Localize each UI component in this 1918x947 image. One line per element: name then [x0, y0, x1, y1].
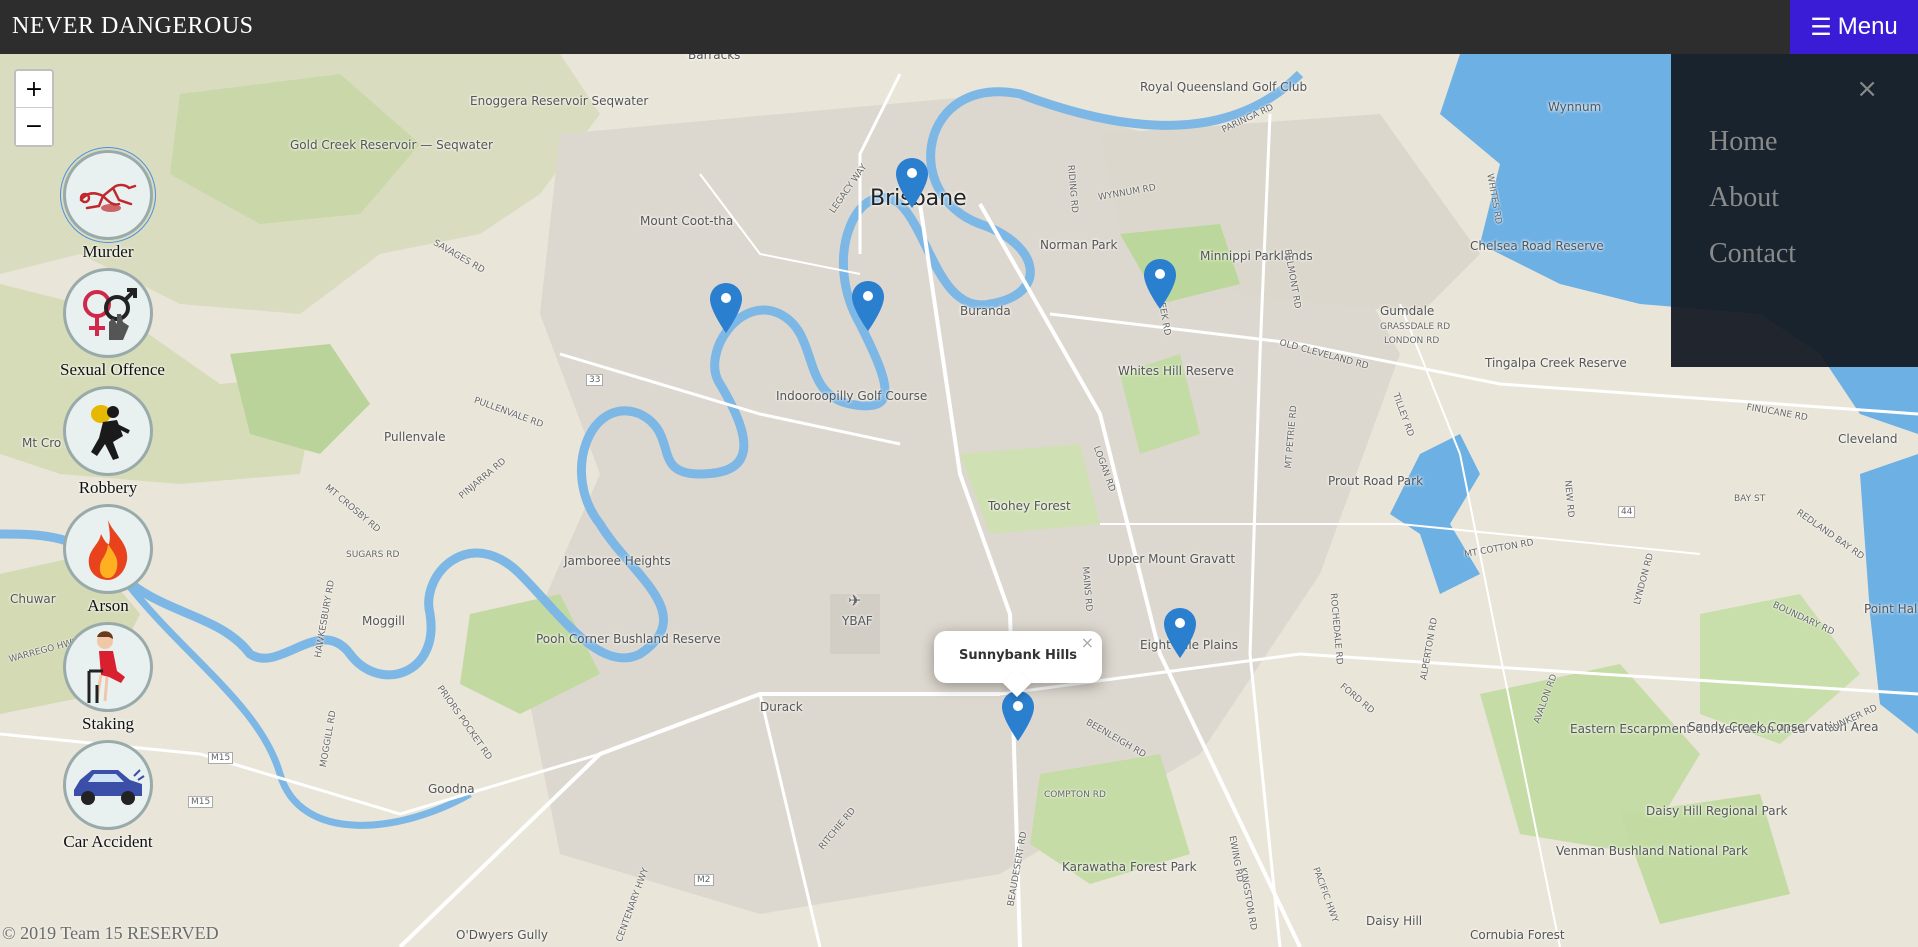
road-label: GRASSDALE RD — [1380, 322, 1451, 332]
map-canvas[interactable]: Brisbane Enoggera Reservoir Seqwater Gol… — [0, 54, 1918, 947]
category-murder[interactable]: Murder — [60, 147, 156, 262]
map-label: Cleveland — [1838, 432, 1898, 446]
map-label: Mount Coot-tha — [640, 214, 734, 228]
map-label: Cornubia Forest — [1470, 928, 1565, 942]
popup-title: Sunnybank Hills — [958, 648, 1078, 663]
brand-title[interactable]: NEVER DANGEROUS — [12, 13, 254, 40]
map-label: Venman Bushland National Park — [1556, 844, 1748, 858]
top-navbar: NEVER DANGEROUS ☰ Menu — [0, 0, 1918, 54]
map-marker-pin-icon[interactable] — [896, 158, 928, 208]
map-label: Jamboree Heights — [564, 554, 671, 568]
fire-icon — [63, 504, 153, 594]
zoom-control: + − — [14, 69, 54, 147]
category-label: Robbery — [78, 478, 138, 497]
map-label: Daisy Hill — [1366, 914, 1423, 928]
map-marker-pin-icon[interactable] — [710, 283, 742, 333]
map-label: Point Hal Are — [1864, 602, 1918, 616]
category-label: Arson — [87, 596, 129, 615]
road-label: BAY ST — [1734, 494, 1766, 504]
gender-symbols-hand-icon — [63, 268, 153, 358]
airport-icon: ✈ — [848, 591, 862, 610]
map-marker-pin-icon[interactable] — [1002, 691, 1034, 741]
map-label: Minnippi Parklands — [1200, 249, 1313, 263]
nav-link-home[interactable]: Home — [1709, 126, 1777, 158]
map-label: Enoggera Reservoir Seqwater — [470, 94, 649, 108]
map-label: Pullenvale — [384, 430, 446, 444]
road-shield: 33 — [586, 374, 604, 386]
road-shield: 44 — [1618, 506, 1636, 518]
map-label: Upper Mount Gravatt — [1108, 552, 1236, 566]
map-label: Karawatha Forest Park — [1062, 860, 1197, 874]
map-label: O'Dwyers Gully — [456, 928, 548, 942]
map-label: Barracks — [688, 54, 741, 62]
map-label: Pooh Corner Bushland Reserve — [536, 632, 721, 646]
close-icon[interactable]: × — [1856, 74, 1878, 104]
road-shield: M15 — [208, 752, 234, 764]
road-label: SUGARS RD — [346, 550, 400, 560]
map-label: Chelsea Road Reserve — [1470, 239, 1604, 253]
map-label: YBAF — [842, 614, 873, 628]
popup-close-icon[interactable]: × — [1081, 633, 1094, 652]
road-shield: M15 — [188, 796, 214, 808]
road-label: LONDON RD — [1384, 336, 1440, 346]
map-label: Gumdale — [1380, 304, 1435, 318]
map-marker-pin-icon[interactable] — [852, 281, 884, 331]
burglar-icon — [63, 386, 153, 476]
map-label: Wynnum — [1548, 100, 1602, 114]
map-label: Norman Park — [1040, 238, 1118, 252]
zoom-out-button[interactable]: − — [16, 108, 52, 145]
map-label: Prout Road Park — [1328, 474, 1424, 488]
menu-button-label: Menu — [1837, 13, 1898, 40]
category-label: Car Accident — [63, 832, 153, 851]
map-label: Durack — [760, 700, 803, 714]
road-label: COMPTON RD — [1044, 790, 1106, 800]
marker-popup: Sunnybank Hills × — [934, 631, 1102, 683]
map-marker-pin-icon[interactable] — [1164, 608, 1196, 658]
map-label: Whites Hill Reserve — [1118, 364, 1235, 378]
map-label: Royal Queensland Golf Club — [1140, 80, 1308, 94]
map-label: Indooroopilly Golf Course — [776, 389, 928, 403]
nav-link-about[interactable]: About — [1709, 182, 1779, 214]
map-label: Tingalpa Creek Reserve — [1485, 356, 1627, 370]
zoom-in-button[interactable]: + — [16, 71, 52, 108]
category-label: Staking — [82, 714, 134, 733]
map-label: Daisy Hill Regional Park — [1646, 804, 1788, 818]
side-navigation: × Home About Contact — [1671, 54, 1918, 367]
map-label: Buranda — [960, 304, 1011, 318]
map-label: Moggill — [362, 614, 405, 628]
category-robbery[interactable]: Robbery — [60, 386, 156, 498]
map-label: Gold Creek Reservoir — Seqwater — [290, 138, 493, 152]
car-icon — [63, 740, 153, 830]
woman-sitting-icon — [63, 622, 153, 712]
chalk-outline-icon — [60, 147, 156, 243]
menu-button[interactable]: ☰ Menu — [1790, 0, 1918, 54]
hamburger-icon: ☰ — [1810, 13, 1832, 41]
map-label: Goodna — [428, 782, 475, 796]
road-shield: M2 — [694, 874, 714, 886]
footer-copyright: © 2019 Team 15 RESERVED — [2, 923, 219, 943]
category-label: Sexual Offence — [60, 360, 165, 379]
category-arson[interactable]: Arson — [60, 504, 156, 616]
map-label: Chuwar — [10, 592, 56, 606]
category-sexual-offence[interactable]: Sexual Offence — [60, 268, 165, 380]
map-marker-pin-icon[interactable] — [1144, 259, 1176, 309]
category-car-accident[interactable]: Car Accident — [60, 740, 156, 852]
category-staking[interactable]: Staking — [60, 622, 156, 734]
nav-link-contact[interactable]: Contact — [1709, 238, 1796, 270]
map-label: Toohey Forest — [988, 499, 1071, 513]
category-label: Murder — [82, 242, 134, 261]
